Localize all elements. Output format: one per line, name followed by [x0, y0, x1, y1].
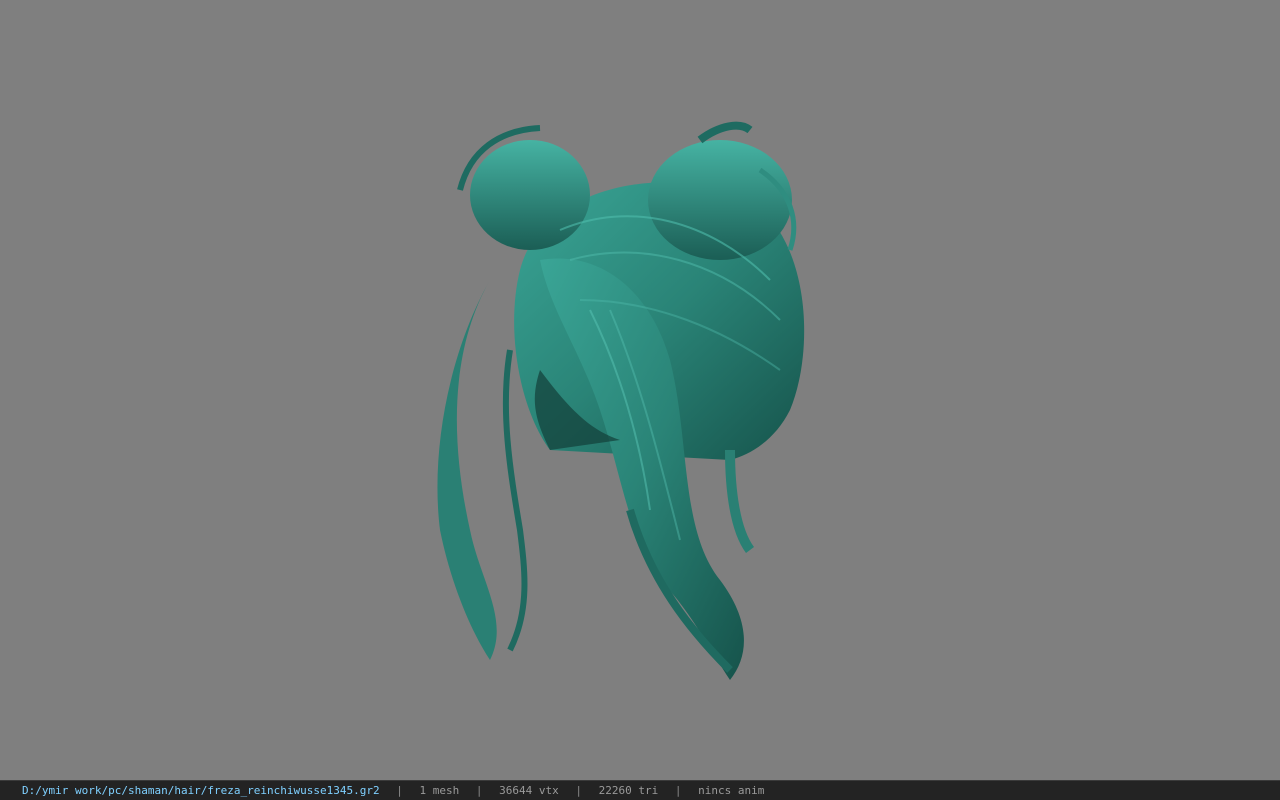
status-bar: D:/ymir work/pc/shaman/hair/freza_reinch… [0, 780, 1280, 800]
file-path: D:/ymir work/pc/shaman/hair/freza_reinch… [22, 784, 380, 797]
vertex-count: 36644 vtx [499, 784, 559, 797]
3d-viewport[interactable] [0, 0, 1280, 780]
separator: | [674, 784, 682, 797]
triangle-count: 22260 tri [598, 784, 659, 797]
separator: | [475, 784, 483, 797]
separator: | [396, 784, 403, 797]
hair-model-render [437, 121, 805, 680]
animation-info: nincs anim [698, 784, 765, 797]
separator: | [575, 784, 582, 797]
mesh-count: 1 mesh [419, 784, 460, 797]
